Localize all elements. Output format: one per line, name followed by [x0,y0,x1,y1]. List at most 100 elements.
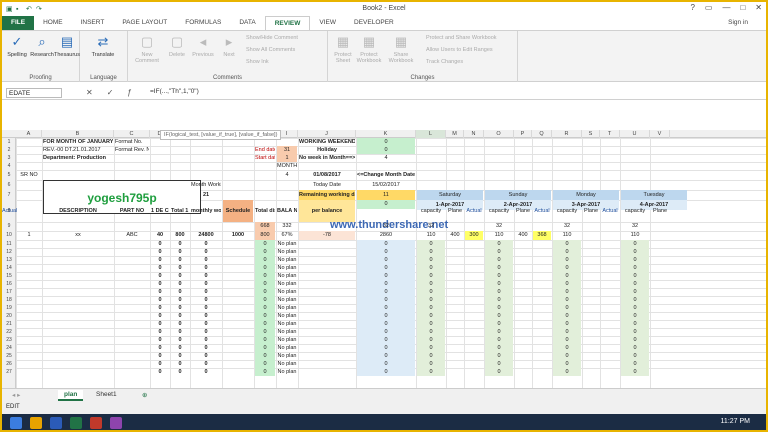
no-plan-cell[interactable]: No plan [277,288,297,296]
zero-cell[interactable]: 0 [151,312,169,320]
actual-header[interactable]: Actual [465,200,483,222]
month-date-cell[interactable]: 01/08/2017 [299,170,355,180]
zero-day-cell[interactable]: 0 [485,296,513,304]
sheet-tab-sheet1[interactable]: Sheet1 [90,390,123,399]
protect-share-workbook-button[interactable]: Protect and Share Workbook [426,35,497,41]
translate-button[interactable]: ⇄ Translate [90,34,116,58]
zero-day-cell[interactable]: 0 [621,368,649,376]
row-header[interactable]: 14 [2,264,16,272]
zero-cell[interactable]: 0 [151,240,169,248]
row1-mon-cap2[interactable]: 110 [553,231,581,240]
zero-dispatch[interactable]: 0 [255,288,275,296]
zero-day-cell[interactable]: 0 [621,328,649,336]
row-header[interactable]: 19 [2,304,16,312]
zero-cell[interactable]: 0 [171,280,189,288]
row-header[interactable]: 6 [2,180,16,190]
zero-day-cell[interactable]: 0 [485,352,513,360]
row-header[interactable]: 13 [2,256,16,264]
remaining-days-label[interactable]: Remaining working days [299,190,355,200]
zero-day-cell[interactable]: 0 [485,312,513,320]
zero-k[interactable]: 0 [357,320,415,328]
zero-dispatch[interactable]: 0 [255,312,275,320]
column-title-tot[interactable]: Total 1 Day [171,200,189,222]
zero-day-cell[interactable]: 0 [485,344,513,352]
row1-desc[interactable]: xx [43,231,113,240]
zero-day-cell[interactable]: 0 [553,240,581,248]
no-plan-cell[interactable]: No plan [277,336,297,344]
zero-day-cell[interactable]: 0 [553,360,581,368]
zero-k[interactable]: 0 [357,256,415,264]
column-header[interactable]: O [484,130,514,138]
no-week-label[interactable]: No week in Month==> [299,154,355,162]
change-month-label[interactable]: <=Change Month Date [357,170,415,180]
zero-day-cell[interactable]: 0 [621,360,649,368]
column-title-part[interactable]: PART NO [115,200,149,222]
day-name-cell[interactable]: Saturday [417,190,483,200]
zero-cell[interactable]: 0 [191,240,221,248]
row1-per-balance[interactable]: -78 [299,231,355,240]
zero-day-cell[interactable]: 0 [621,280,649,288]
no-plan-cell[interactable]: No plan [277,368,297,376]
zero-k[interactable]: 0 [357,296,415,304]
no-plan-cell[interactable]: No plan [277,320,297,328]
zero-k[interactable]: 0 [357,336,415,344]
row-header[interactable]: 7 [2,190,16,200]
row1-cap1[interactable]: 32 [357,222,415,231]
column-header[interactable]: A [16,130,42,138]
zero-dispatch[interactable]: 0 [255,352,275,360]
help-icon[interactable]: ? [690,3,694,12]
zero-cell[interactable]: 0 [191,296,221,304]
format-no-cell[interactable]: Format No. [115,138,149,146]
row-header[interactable]: 1 [2,138,16,146]
zero-day-cell[interactable]: 0 [553,312,581,320]
row-header[interactable]: 26 [2,360,16,368]
capacity-header[interactable]: capacity [417,200,445,222]
zero-k[interactable]: 0 [357,312,415,320]
actual-header[interactable]: Actual [2,200,17,222]
column-title-disp[interactable]: Total dispatc h [255,200,275,222]
row-header[interactable]: 23 [2,336,16,344]
zero-dispatch[interactable]: 0 [255,264,275,272]
row1-sat-actual[interactable]: 300 [465,231,483,240]
plane-header[interactable]: Plane [651,200,669,222]
zero-k[interactable]: 0 [357,248,415,256]
zero-day-cell[interactable]: 0 [417,296,445,304]
protect-workbook-button[interactable]: ▦ Protect Workbook [356,34,382,64]
zero-cell[interactable]: 0 [191,368,221,376]
row1-balance[interactable]: 332 [277,222,297,231]
zero-day-cell[interactable]: 0 [621,304,649,312]
zero-cell[interactable]: 0 [151,336,169,344]
minimize-icon[interactable]: — [722,3,730,12]
zero-cell[interactable]: 0 [171,304,189,312]
row1-sat-plane[interactable]: 400 [447,231,463,240]
capacity-header[interactable]: capacity [485,200,513,222]
remaining-days-value[interactable]: 11 [357,190,415,200]
zero-day-cell[interactable]: 0 [553,368,581,376]
today-date-label[interactable]: Today Date [299,180,355,190]
zero-k[interactable]: 0 [357,368,415,376]
zero-day-cell[interactable]: 0 [417,360,445,368]
column-header[interactable]: M [446,130,464,138]
zero-day-cell[interactable]: 0 [553,264,581,272]
month-working-days-label[interactable]: Month Working days [191,180,221,190]
spelling-button[interactable]: ✓ Spelling [4,34,30,58]
zero-cell[interactable]: 0 [151,264,169,272]
protect-sheet-button[interactable]: ▦ Protect Sheet [330,34,356,64]
tab-formulas[interactable]: FORMULAS [176,16,230,30]
no-plan-cell[interactable]: No plan [277,280,297,288]
zero-dispatch[interactable]: 0 [255,296,275,304]
no-plan-cell[interactable]: No plan [277,248,297,256]
column-title-desc[interactable]: DESCRIPTION [43,200,113,222]
zero-cell[interactable]: 0 [171,240,189,248]
column-header[interactable]: V [650,130,670,138]
row1-mwd[interactable]: 24800 [191,231,221,240]
column-header[interactable]: B [42,130,114,138]
zero-day-cell[interactable]: 0 [485,320,513,328]
column-title-cap[interactable]: 1 DE Capaci ty [151,200,169,222]
zero-cell[interactable]: 0 [191,360,221,368]
zero-cell[interactable]: 0 [171,296,189,304]
zero-day-cell[interactable]: 0 [553,304,581,312]
zero-cell[interactable]: 0 [171,328,189,336]
zero-cell[interactable]: 0 [171,288,189,296]
zero-cell[interactable]: 0 [191,280,221,288]
